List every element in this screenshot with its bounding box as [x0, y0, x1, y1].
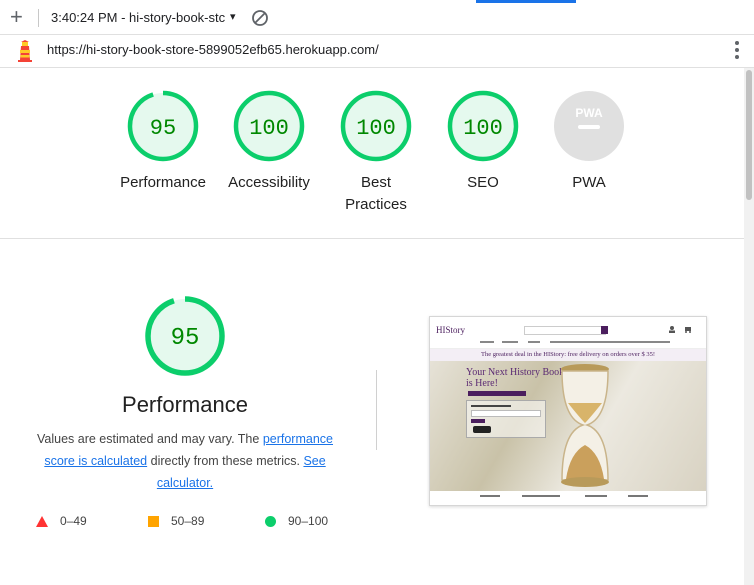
legend-average-label: 50–89 [171, 514, 205, 528]
report-url-bar: https://hi-story-book-store-5899052efb65… [0, 35, 754, 68]
thumb-hero-button [468, 391, 526, 396]
category-gauges: 95 Performance 100 Accessibility 100 Bes… [0, 68, 744, 238]
gauge-seo-score: 100 [463, 116, 503, 141]
score-legend: 0–49 50–89 90–100 [36, 514, 356, 532]
thumb-delivery-banner: The greatest deal in the HIStory: free d… [430, 349, 706, 361]
thumb-newsletter-form [466, 400, 546, 438]
lighthouse-icon [18, 40, 32, 62]
performance-score: 95 [171, 325, 200, 352]
fail-triangle-icon [36, 515, 48, 527]
thumb-logo: HIStory [436, 325, 465, 335]
performance-title: Performance [122, 392, 248, 417]
gauge-accessibility-score: 100 [249, 116, 289, 141]
legend-average: 50–89 [148, 514, 204, 528]
gauge-pwa[interactable]: PWA PWA [534, 90, 644, 194]
gauge-best-practices-label: Best Practices [345, 174, 407, 213]
gauge-seo-ring: 100 [447, 90, 519, 162]
gauge-accessibility-ring: 100 [233, 90, 305, 162]
gauge-pwa-label: PWA [572, 174, 606, 191]
average-square-icon [148, 515, 159, 527]
active-tab-indicator [476, 0, 576, 3]
gauge-best-practices-score: 100 [356, 116, 396, 141]
gauge-performance[interactable]: 95 Performance [108, 90, 218, 194]
gauge-best-practices[interactable]: 100 Best Practices [321, 90, 431, 216]
gauge-performance-label: Performance [120, 174, 206, 191]
thumb-nav [430, 338, 706, 349]
desc-middle: directly from these metrics. [147, 454, 304, 468]
gauge-seo-label: SEO [467, 174, 499, 191]
clear-block-icon[interactable] [251, 9, 269, 27]
legend-pass-label: 90–100 [288, 514, 329, 528]
thumb-header: HIStory [430, 317, 706, 349]
legend-fail: 0–49 [36, 514, 87, 528]
chevron-down-icon[interactable]: ▾ [230, 10, 236, 23]
more-options-icon[interactable] [734, 41, 740, 61]
thumb-footer [430, 491, 706, 505]
thumb-hero: Your Next History Book is Here! [430, 361, 706, 491]
thumb-cart-icon [685, 327, 691, 333]
devtools-toolbar: + 3:40:24 PM - hi-story-book-stc ▾ [0, 0, 754, 35]
desc-prefix: Values are estimated and may vary. The [37, 432, 263, 446]
toolbar-separator [38, 9, 39, 27]
legend-fail-label: 0–49 [60, 514, 87, 528]
gauge-performance-ring: 95 [127, 90, 199, 162]
thumb-search-icon [601, 326, 608, 334]
thumb-account-icon [669, 326, 675, 333]
pwa-badge-icon: PWA [554, 91, 624, 161]
gauge-seo[interactable]: 100 SEO [428, 90, 538, 194]
report-select[interactable]: 3:40:24 PM - hi-story-book-stc [51, 10, 241, 25]
pass-circle-icon [265, 515, 276, 527]
report-url: https://hi-story-book-store-5899052efb65… [47, 42, 379, 57]
thumb-hourglass-image [561, 364, 609, 487]
gauge-best-practices-ring: 100 [340, 90, 412, 162]
new-report-button[interactable]: + [10, 5, 23, 29]
pwa-badge-text: PWA [575, 106, 603, 120]
gauge-accessibility[interactable]: 100 Accessibility [214, 90, 324, 194]
scrollbar-thumb[interactable] [746, 70, 752, 200]
performance-description: Values are estimated and may vary. The p… [22, 428, 348, 494]
thumb-search-box [524, 326, 606, 335]
legend-pass: 90–100 [265, 514, 328, 528]
section-divider [0, 238, 744, 239]
vertical-divider [376, 370, 377, 450]
performance-score-gauge: 95 [145, 296, 225, 376]
gauge-performance-score: 95 [150, 116, 176, 141]
gauge-accessibility-label: Accessibility [228, 174, 310, 191]
final-screenshot-thumbnail[interactable]: HIStory The greatest deal in the HIStory… [429, 316, 707, 506]
